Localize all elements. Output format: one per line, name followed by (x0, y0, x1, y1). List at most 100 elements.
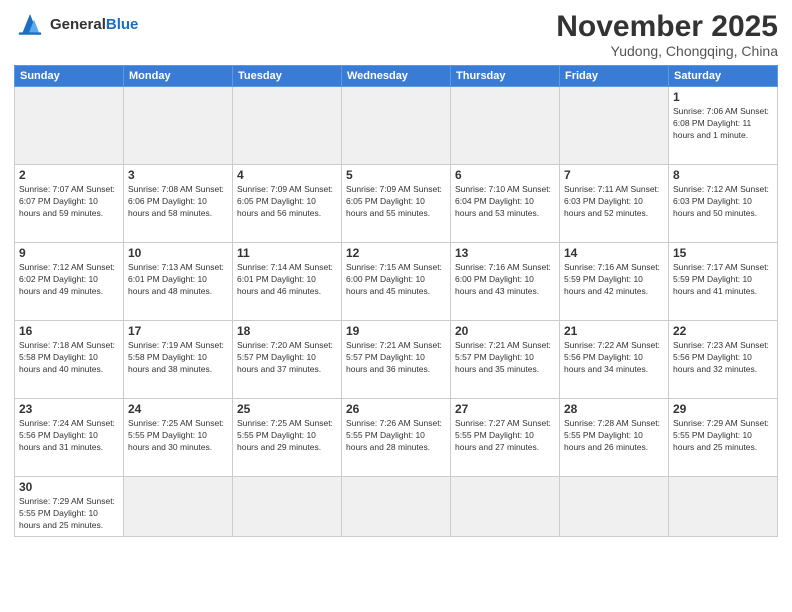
col-monday: Monday (124, 66, 233, 87)
day-info: Sunrise: 7:09 AM Sunset: 6:05 PM Dayligh… (346, 184, 446, 220)
day-number: 15 (673, 246, 773, 260)
table-row: 22Sunrise: 7:23 AM Sunset: 5:56 PM Dayli… (669, 321, 778, 399)
day-number: 2 (19, 168, 119, 182)
table-row: 30 Sunrise: 7:29 AM Sunset: 5:55 PM Dayli… (15, 477, 124, 537)
logo: GeneralBlue (14, 10, 138, 38)
day-number: 19 (346, 324, 446, 338)
day-number: 18 (237, 324, 337, 338)
day-info: Sunrise: 7:07 AM Sunset: 6:07 PM Dayligh… (19, 184, 119, 220)
table-row (560, 477, 669, 537)
col-sunday: Sunday (15, 66, 124, 87)
calendar-week-row: 9 Sunrise: 7:12 AM Sunset: 6:02 PM Daylig… (15, 243, 778, 321)
day-info: Sunrise: 7:13 AM Sunset: 6:01 PM Dayligh… (128, 262, 228, 298)
day-number: 22 (673, 324, 773, 338)
table-row (342, 477, 451, 537)
table-row: 9 Sunrise: 7:12 AM Sunset: 6:02 PM Daylig… (15, 243, 124, 321)
table-row: 14 Sunrise: 7:16 AM Sunset: 5:59 PM Dayli… (560, 243, 669, 321)
table-row: 19 Sunrise: 7:21 AM Sunset: 5:57 PM Dayli… (342, 321, 451, 399)
day-number: 10 (128, 246, 228, 260)
table-row: 23 Sunrise: 7:24 AM Sunset: 5:56 PM Dayli… (15, 399, 124, 477)
title-block: November 2025 Yudong, Chongqing, China (556, 10, 778, 59)
day-info: Sunrise: 7:21 AM Sunset: 5:57 PM Dayligh… (346, 340, 446, 376)
day-number: 12 (346, 246, 446, 260)
table-row: 6Sunrise: 7:10 AM Sunset: 6:04 PM Daylig… (451, 165, 560, 243)
calendar-week-row: 2 Sunrise: 7:07 AM Sunset: 6:07 PM Daylig… (15, 165, 778, 243)
day-info: Sunrise: 7:08 AM Sunset: 6:06 PM Dayligh… (128, 184, 228, 220)
logo-text: GeneralBlue (50, 16, 138, 33)
day-number: 29 (673, 402, 773, 416)
table-row (342, 87, 451, 165)
calendar-week-row: 23 Sunrise: 7:24 AM Sunset: 5:56 PM Dayli… (15, 399, 778, 477)
table-row (233, 87, 342, 165)
col-thursday: Thursday (451, 66, 560, 87)
calendar-week-row: 30 Sunrise: 7:29 AM Sunset: 5:55 PM Dayli… (15, 477, 778, 537)
day-info: Sunrise: 7:11 AM Sunset: 6:03 PM Dayligh… (564, 184, 664, 220)
day-number: 1 (673, 90, 773, 104)
day-number: 11 (237, 246, 337, 260)
calendar-week-row: 1Sunrise: 7:06 AM Sunset: 6:08 PM Daylig… (15, 87, 778, 165)
calendar-header-row: Sunday Monday Tuesday Wednesday Thursday… (15, 66, 778, 87)
header: GeneralBlue November 2025 Yudong, Chongq… (14, 10, 778, 59)
day-number: 24 (128, 402, 228, 416)
day-number: 16 (19, 324, 119, 338)
day-info: Sunrise: 7:12 AM Sunset: 6:03 PM Dayligh… (673, 184, 773, 220)
table-row (124, 477, 233, 537)
day-info: Sunrise: 7:16 AM Sunset: 5:59 PM Dayligh… (564, 262, 664, 298)
table-row: 13 Sunrise: 7:16 AM Sunset: 6:00 PM Dayli… (451, 243, 560, 321)
table-row: 11 Sunrise: 7:14 AM Sunset: 6:01 PM Dayli… (233, 243, 342, 321)
calendar-week-row: 16 Sunrise: 7:18 AM Sunset: 5:58 PM Dayli… (15, 321, 778, 399)
table-row (233, 477, 342, 537)
month-title: November 2025 (556, 10, 778, 43)
table-row: 5Sunrise: 7:09 AM Sunset: 6:05 PM Daylig… (342, 165, 451, 243)
day-info: Sunrise: 7:20 AM Sunset: 5:57 PM Dayligh… (237, 340, 337, 376)
table-row: 25 Sunrise: 7:25 AM Sunset: 5:55 PM Dayli… (233, 399, 342, 477)
day-number: 30 (19, 480, 119, 494)
day-info: Sunrise: 7:26 AM Sunset: 5:55 PM Dayligh… (346, 418, 446, 454)
day-number: 13 (455, 246, 555, 260)
day-number: 3 (128, 168, 228, 182)
day-info: Sunrise: 7:27 AM Sunset: 5:55 PM Dayligh… (455, 418, 555, 454)
day-number: 28 (564, 402, 664, 416)
col-tuesday: Tuesday (233, 66, 342, 87)
day-info: Sunrise: 7:12 AM Sunset: 6:02 PM Dayligh… (19, 262, 119, 298)
table-row: 3 Sunrise: 7:08 AM Sunset: 6:06 PM Daylig… (124, 165, 233, 243)
table-row: 2 Sunrise: 7:07 AM Sunset: 6:07 PM Daylig… (15, 165, 124, 243)
day-info: Sunrise: 7:17 AM Sunset: 5:59 PM Dayligh… (673, 262, 773, 298)
table-row: 8Sunrise: 7:12 AM Sunset: 6:03 PM Daylig… (669, 165, 778, 243)
day-info: Sunrise: 7:22 AM Sunset: 5:56 PM Dayligh… (564, 340, 664, 376)
day-info: Sunrise: 7:19 AM Sunset: 5:58 PM Dayligh… (128, 340, 228, 376)
table-row: 21Sunrise: 7:22 AM Sunset: 5:56 PM Dayli… (560, 321, 669, 399)
day-info: Sunrise: 7:25 AM Sunset: 5:55 PM Dayligh… (128, 418, 228, 454)
day-number: 23 (19, 402, 119, 416)
table-row: 1Sunrise: 7:06 AM Sunset: 6:08 PM Daylig… (669, 87, 778, 165)
table-row (669, 477, 778, 537)
day-number: 25 (237, 402, 337, 416)
day-number: 9 (19, 246, 119, 260)
table-row: 18 Sunrise: 7:20 AM Sunset: 5:57 PM Dayli… (233, 321, 342, 399)
table-row (15, 87, 124, 165)
day-info: Sunrise: 7:29 AM Sunset: 5:55 PM Dayligh… (673, 418, 773, 454)
day-number: 7 (564, 168, 664, 182)
table-row: 20Sunrise: 7:21 AM Sunset: 5:57 PM Dayli… (451, 321, 560, 399)
table-row: 15 Sunrise: 7:17 AM Sunset: 5:59 PM Dayli… (669, 243, 778, 321)
day-info: Sunrise: 7:25 AM Sunset: 5:55 PM Dayligh… (237, 418, 337, 454)
day-info: Sunrise: 7:09 AM Sunset: 6:05 PM Dayligh… (237, 184, 337, 220)
day-number: 27 (455, 402, 555, 416)
day-info: Sunrise: 7:24 AM Sunset: 5:56 PM Dayligh… (19, 418, 119, 454)
day-info: Sunrise: 7:16 AM Sunset: 6:00 PM Dayligh… (455, 262, 555, 298)
day-number: 14 (564, 246, 664, 260)
table-row: 24 Sunrise: 7:25 AM Sunset: 5:55 PM Dayli… (124, 399, 233, 477)
table-row (451, 477, 560, 537)
day-info: Sunrise: 7:29 AM Sunset: 5:55 PM Dayligh… (19, 496, 119, 532)
day-info: Sunrise: 7:15 AM Sunset: 6:00 PM Dayligh… (346, 262, 446, 298)
day-info: Sunrise: 7:14 AM Sunset: 6:01 PM Dayligh… (237, 262, 337, 298)
day-number: 4 (237, 168, 337, 182)
day-info: Sunrise: 7:18 AM Sunset: 5:58 PM Dayligh… (19, 340, 119, 376)
day-number: 17 (128, 324, 228, 338)
day-number: 6 (455, 168, 555, 182)
day-number: 20 (455, 324, 555, 338)
table-row: 29 Sunrise: 7:29 AM Sunset: 5:55 PM Dayli… (669, 399, 778, 477)
location-subtitle: Yudong, Chongqing, China (556, 43, 778, 59)
calendar-table: Sunday Monday Tuesday Wednesday Thursday… (14, 65, 778, 537)
table-row: 17 Sunrise: 7:19 AM Sunset: 5:58 PM Dayli… (124, 321, 233, 399)
